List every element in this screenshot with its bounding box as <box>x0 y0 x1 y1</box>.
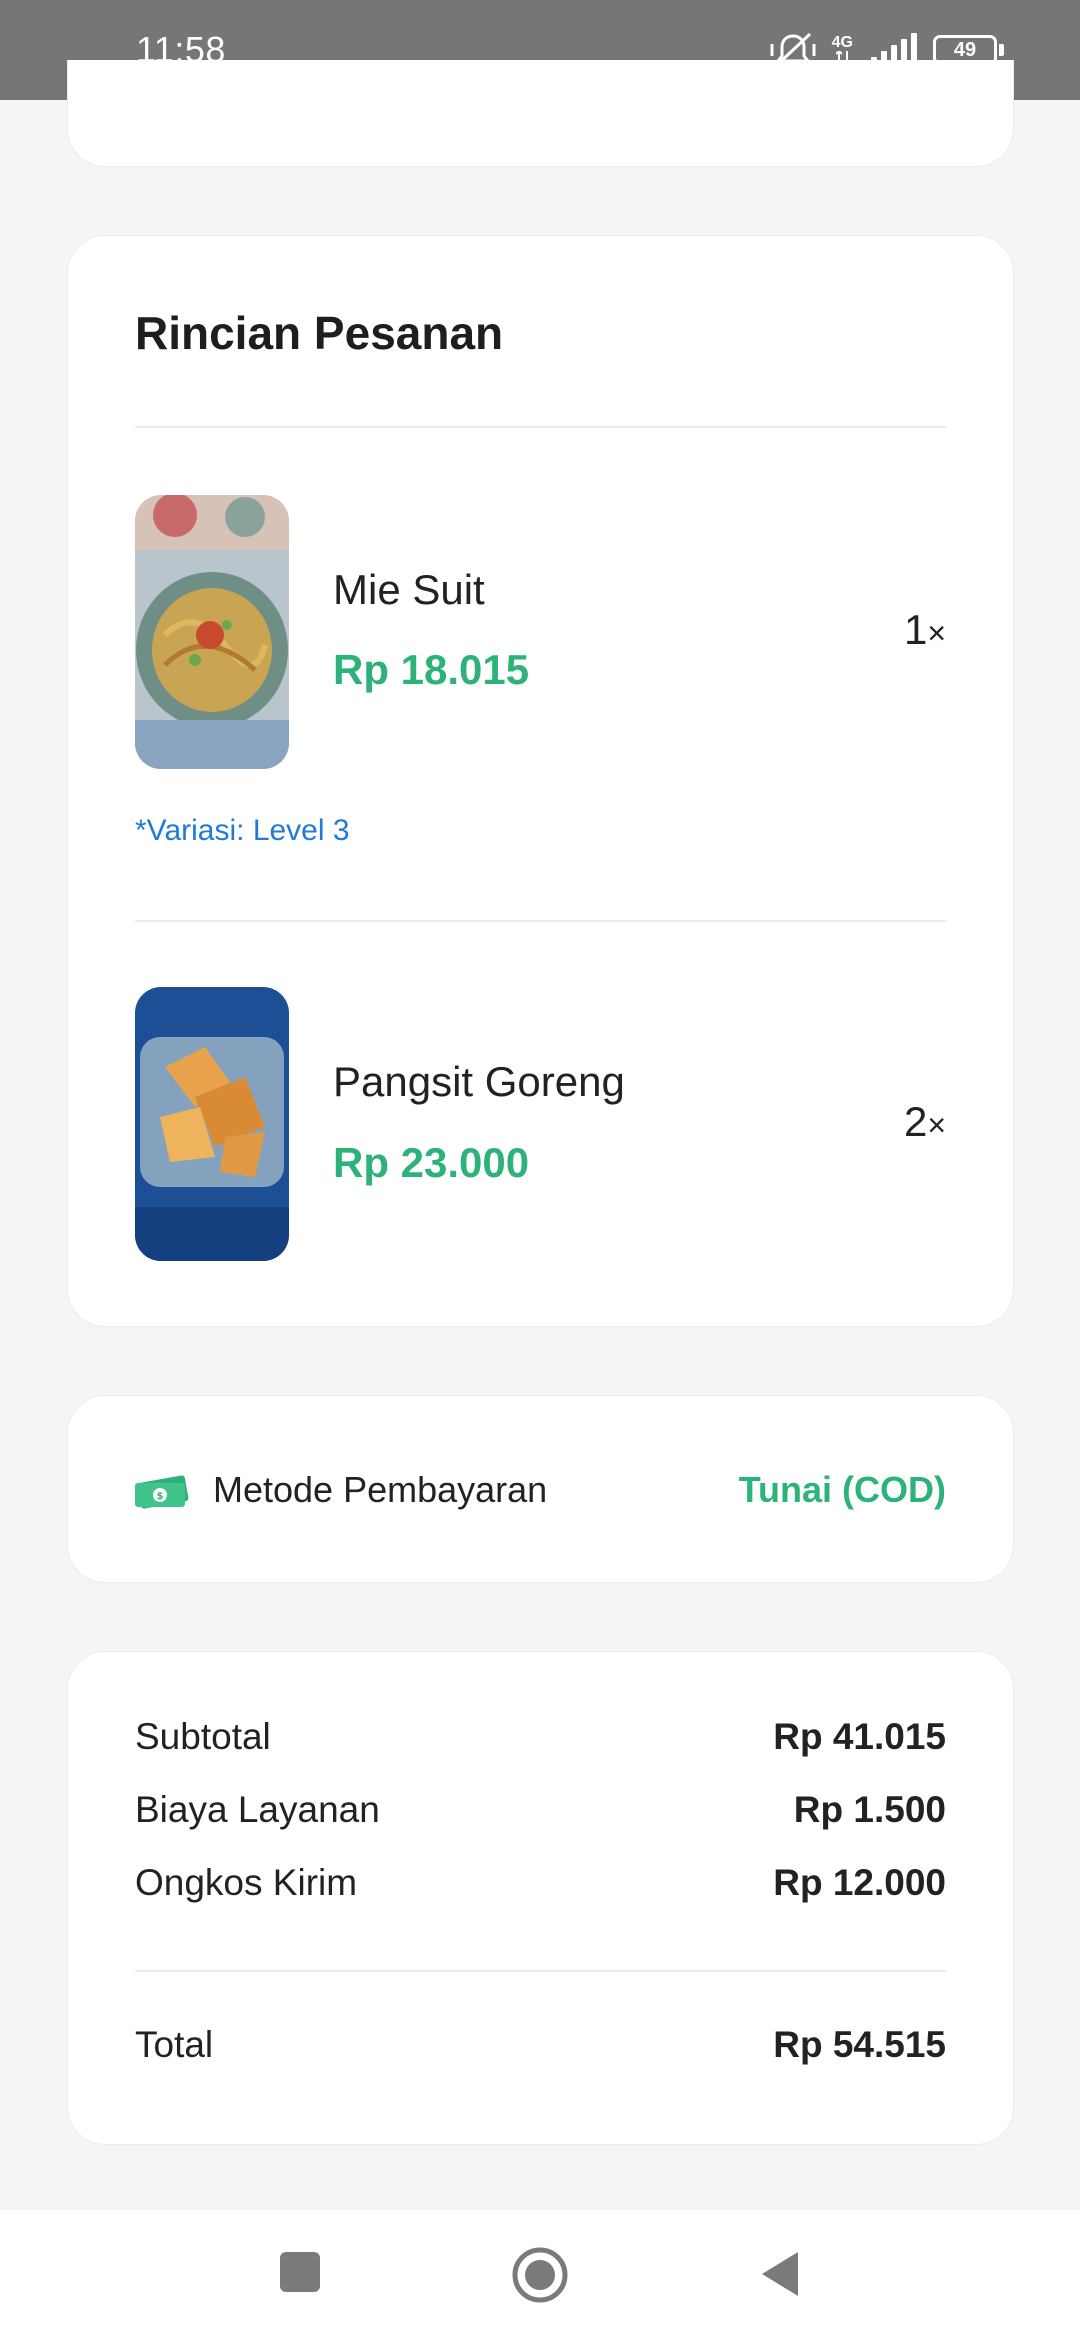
summary-label: Biaya Layanan <box>135 1789 380 1830</box>
network-type: 4G <box>831 34 853 51</box>
item-image-noodles <box>135 495 289 769</box>
item-quantity: 1× <box>904 606 946 654</box>
order-title: Rincian Pesanan <box>135 307 504 359</box>
summary-row-subtotal: Subtotal Rp 41.015 <box>135 1716 946 1758</box>
summary-value: Rp 12.000 <box>773 1862 946 1903</box>
item-quantity-value: 1 <box>903 606 928 653</box>
system-navigation-bar <box>0 2210 1080 2340</box>
item-quantity: 2× <box>904 1098 946 1146</box>
payment-method-value: Tunai (COD) <box>738 1469 946 1510</box>
order-details-card: Rincian Pesanan Mie Suit Rp 18.015 1× *V… <box>67 235 1014 1327</box>
item-image-wonton <box>135 987 289 1261</box>
payment-method-label: Metode Pembayaran <box>213 1469 548 1510</box>
item-name: Pangsit Goreng <box>333 1058 625 1105</box>
divider <box>135 426 947 428</box>
item-price: Rp 18.015 <box>333 646 530 693</box>
summary-value: Rp 1.500 <box>793 1789 946 1830</box>
payment-method-row[interactable]: $ Metode Pembayaran Tunai (COD) <box>135 1396 946 1584</box>
triangle-back-icon[interactable] <box>758 2250 802 2298</box>
previous-section-card <box>67 60 1014 167</box>
cash-icon: $ <box>135 1475 189 1509</box>
summary-row-shipping: Ongkos Kirim Rp 12.000 <box>135 1862 946 1904</box>
summary-label: Subtotal <box>135 1716 271 1757</box>
payment-method-card[interactable]: $ Metode Pembayaran Tunai (COD) <box>67 1395 1014 1583</box>
item-quantity-suffix: × <box>927 615 946 651</box>
price-summary-card: Subtotal Rp 41.015 Biaya Layanan Rp 1.50… <box>67 1651 1014 2145</box>
circle-icon[interactable] <box>511 2246 569 2304</box>
item-price: Rp 23.000 <box>333 1139 530 1186</box>
summary-row-total: Total Rp 54.515 <box>135 2024 946 2066</box>
total-value: Rp 54.515 <box>773 2024 946 2065</box>
divider <box>135 1970 947 1972</box>
item-name: Mie Suit <box>333 566 485 613</box>
summary-value: Rp 41.015 <box>773 1716 946 1757</box>
item-quantity-suffix: × <box>927 1107 946 1143</box>
svg-text:$: $ <box>157 1491 164 1502</box>
item-variation: *Variasi: Level 3 <box>135 814 350 847</box>
total-label: Total <box>135 2024 214 2065</box>
battery-level: 49 <box>953 38 977 61</box>
divider <box>135 920 947 922</box>
item-quantity-value: 2 <box>903 1098 928 1145</box>
summary-row-service-fee: Biaya Layanan Rp 1.500 <box>135 1789 946 1831</box>
square-icon[interactable] <box>278 2250 322 2294</box>
summary-label: Ongkos Kirim <box>135 1862 358 1903</box>
